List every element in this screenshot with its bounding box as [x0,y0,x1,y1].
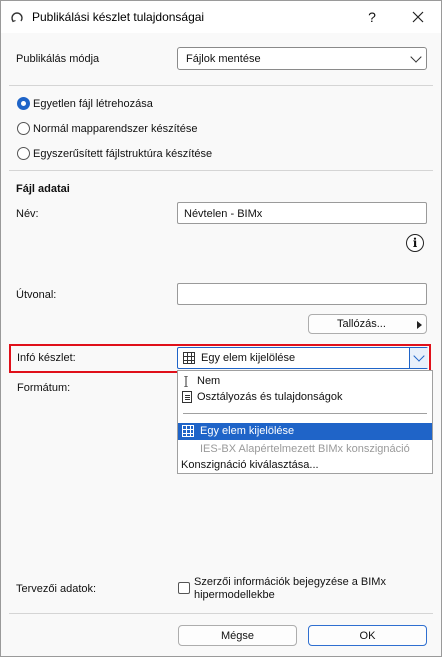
text-cursor-icon [184,376,188,387]
window-title: Publikálási készlet tulajdonságai [32,10,205,24]
name-label: Név: [16,208,39,220]
info-icon[interactable]: i [406,234,424,252]
document-icon [182,391,192,403]
radio-single-file-label[interactable]: Egyetlen fájl létrehozása [33,98,153,110]
browse-button-label: Tallózás... [337,318,386,330]
radio-normal-folder[interactable] [17,122,30,135]
divider [9,613,433,614]
help-button[interactable]: ? [349,1,395,33]
popup-item-ies-bx-default: IES-BX Alapértelmezett BIMx konszignáció [178,441,432,457]
popup-divider [183,413,427,414]
info-set-popup-menu: Nem Osztályozás és tulajdonságok Egy ele… [177,370,433,474]
popup-item-label: Osztályozás és tulajdonságok [197,391,343,403]
format-label: Formátum: [17,382,71,394]
popup-item-label: Egy elem kijelölése [200,425,295,437]
grid-icon [182,425,194,437]
file-data-heading: Fájl adatai [16,183,70,195]
dialog-window: Publikálási készlet tulajdonságai ? Publ… [0,0,442,657]
designer-data-label: Tervezői adatok: [16,583,97,595]
publish-mode-label: Publikálás módja [16,53,100,65]
path-field[interactable] [177,283,427,305]
dropdown-arrow-button[interactable] [409,348,428,368]
info-set-dropdown[interactable]: Egy elem kijelölése [177,347,428,369]
chevron-down-icon [413,350,425,362]
popup-item-none[interactable]: Nem [178,373,432,389]
info-set-label: Infó készlet: [17,352,76,364]
close-icon [412,11,424,23]
popup-item-choose-consignment[interactable]: Konszignáció kiválasztása... [178,457,432,473]
cancel-button[interactable]: Mégse [178,625,297,646]
radio-normal-folder-label[interactable]: Normál mapparendszer készítése [33,123,197,135]
ok-button[interactable]: OK [308,625,427,646]
radio-simplified-structure-label[interactable]: Egyszerűsített fájlstruktúra készítése [33,148,212,160]
browse-button[interactable]: Tallózás... [308,314,427,334]
publish-mode-dropdown[interactable]: Fájlok mentése [177,47,427,70]
publish-set-icon [11,12,23,23]
close-button[interactable] [395,1,441,33]
divider [9,170,433,171]
chevron-down-icon [410,51,422,63]
title-bar[interactable]: Publikálási készlet tulajdonságai ? [1,1,441,33]
author-info-label-line1[interactable]: Szerzői információk bejegyzése a BIMx [194,576,386,588]
popup-item-label: Konszignáció kiválasztása... [181,459,319,471]
name-field[interactable]: Névtelen - BIMx [177,202,427,224]
popup-item-single-element[interactable]: Egy elem kijelölése [178,423,432,440]
popup-item-classification[interactable]: Osztályozás és tulajdonságok [178,389,432,405]
publish-mode-value: Fájlok mentése [186,53,261,65]
popup-item-label: Nem [197,375,221,387]
grid-icon [183,352,195,364]
divider [9,85,433,86]
radio-simplified-structure[interactable] [17,147,30,160]
path-label: Útvonal: [16,289,57,301]
info-set-value: Egy elem kijelölése [201,352,296,364]
popup-item-label: IES-BX Alapértelmezett BIMx konszignáció [200,443,410,455]
author-info-label-line2[interactable]: hipermodellekbe [194,589,275,601]
triangle-right-icon [417,321,422,329]
name-value: Névtelen - BIMx [184,208,263,220]
author-info-checkbox[interactable] [178,582,190,594]
radio-single-file[interactable] [17,97,30,110]
